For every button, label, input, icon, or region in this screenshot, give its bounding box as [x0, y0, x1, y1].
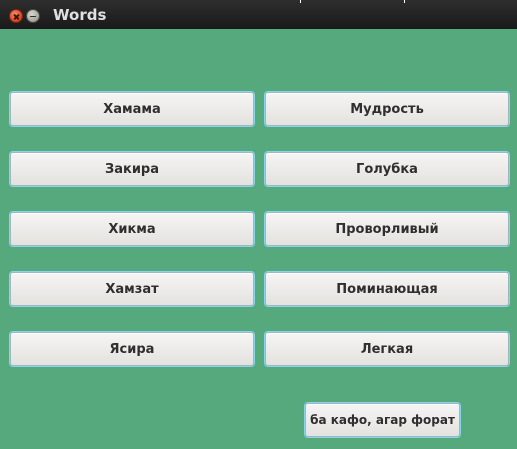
window-titlebar[interactable]: Words: [0, 0, 517, 29]
word-button-left-3[interactable]: Хикма: [10, 212, 254, 246]
titlebar-decoration: [300, 0, 405, 3]
word-button-left-4[interactable]: Хамзат: [10, 272, 254, 306]
close-icon[interactable]: [9, 9, 23, 23]
window-title: Words: [53, 6, 107, 24]
word-button-left-2[interactable]: Закира: [10, 152, 254, 186]
word-button-right-1[interactable]: Мудрость: [265, 92, 509, 126]
word-button-left-5[interactable]: Ясира: [10, 332, 254, 366]
word-button-right-4[interactable]: Поминающая: [265, 272, 509, 306]
word-button-right-5[interactable]: Легкая: [265, 332, 509, 366]
minimize-icon[interactable]: [26, 9, 40, 23]
submit-button[interactable]: ба кафо, агар форат: [305, 403, 460, 437]
word-button-right-3[interactable]: Проворливый: [265, 212, 509, 246]
word-button-right-2[interactable]: Голубка: [265, 152, 509, 186]
word-button-left-1[interactable]: Хамама: [10, 92, 254, 126]
